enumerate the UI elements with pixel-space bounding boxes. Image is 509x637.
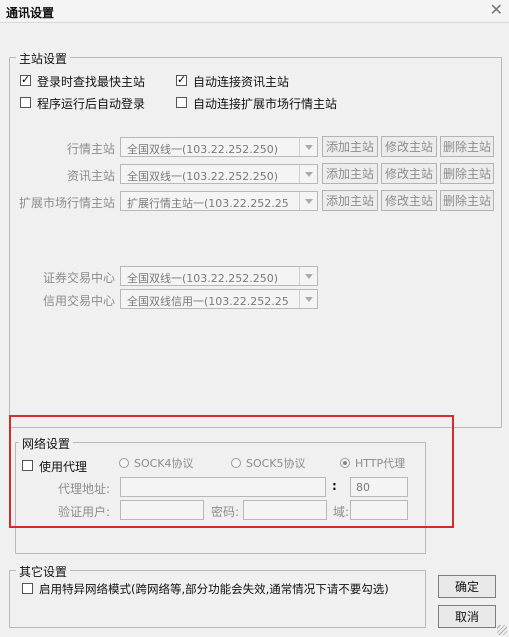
auto-connect-info-checkbox[interactable] [176, 73, 187, 86]
auto-connect-ext-checkbox[interactable] [176, 97, 187, 108]
special-network-checkbox[interactable] [22, 583, 33, 594]
credit-trade-select[interactable]: 全国双线信用一(103.22.252.25 [120, 289, 318, 309]
quote-station-value: 全国双线一(103.22.252.250) [127, 143, 279, 156]
resize-grip-icon[interactable] [497, 625, 507, 635]
quote-station-select[interactable]: 全国双线一(103.22.252.250) [120, 137, 318, 157]
main-station-legend: 主站设置 [16, 50, 71, 67]
cancel-button[interactable]: 取消 [438, 605, 496, 628]
add-ext-station-button[interactable]: 添加主站 [322, 190, 378, 211]
special-network-label: 启用特异网络模式(跨网络等,部分功能会失效,通常情况下请不要勾选) [39, 582, 389, 596]
find-fastest-label: 登录时查找最快主站 [37, 75, 146, 89]
ext-station-value: 扩展行情主站一(103.22.252.25 [127, 197, 289, 210]
main-station-group [9, 57, 502, 428]
credit-trade-value: 全国双线信用一(103.22.252.25 [127, 295, 289, 308]
auto-connect-info-label: 自动连接资讯主站 [193, 75, 290, 89]
securities-trade-select[interactable]: 全国双线一(103.22.252.250) [120, 266, 318, 286]
delete-info-station-button[interactable]: 删除主站 [440, 163, 494, 184]
info-station-select[interactable]: 全国双线一(103.22.252.250) [120, 164, 318, 184]
edit-info-station-button[interactable]: 修改主站 [381, 163, 437, 184]
delete-station-button[interactable]: 删除主站 [440, 136, 494, 157]
other-legend: 其它设置 [16, 563, 71, 580]
info-station-label: 资讯主站 [67, 169, 116, 183]
auto-connect-ext-label: 自动连接扩展市场行情主站 [193, 97, 338, 111]
chevron-down-icon[interactable] [299, 165, 317, 183]
delete-ext-station-button[interactable]: 删除主站 [440, 190, 494, 211]
highlight-box [9, 415, 454, 528]
edit-ext-station-button[interactable]: 修改主站 [381, 190, 437, 211]
edit-station-button[interactable]: 修改主站 [381, 136, 437, 157]
add-info-station-button[interactable]: 添加主站 [322, 163, 378, 184]
ext-station-select[interactable]: 扩展行情主站一(103.22.252.25 [120, 191, 318, 211]
chevron-down-icon[interactable] [299, 138, 317, 156]
info-station-value: 全国双线一(103.22.252.250) [127, 170, 279, 183]
auto-login-label: 程序运行后自动登录 [37, 97, 146, 111]
find-fastest-checkbox[interactable] [20, 73, 31, 86]
add-station-button[interactable]: 添加主站 [322, 136, 378, 157]
securities-trade-value: 全国双线一(103.22.252.250) [127, 272, 279, 285]
chevron-down-icon[interactable] [299, 192, 317, 210]
close-icon[interactable]: ✕ [490, 1, 503, 19]
window-title: 通讯设置 [6, 6, 55, 20]
ok-button[interactable]: 确定 [438, 575, 496, 598]
auto-login-checkbox[interactable] [20, 97, 31, 108]
title-bar: 通讯设置 ✕ [0, 0, 509, 23]
chevron-down-icon[interactable] [299, 267, 317, 285]
quote-station-label: 行情主站 [67, 142, 116, 156]
securities-trade-label: 证券交易中心 [43, 271, 116, 285]
chevron-down-icon[interactable] [299, 290, 317, 308]
ext-station-label: 扩展市场行情主站 [19, 196, 116, 210]
credit-trade-label: 信用交易中心 [43, 294, 116, 308]
other-group [9, 570, 426, 628]
